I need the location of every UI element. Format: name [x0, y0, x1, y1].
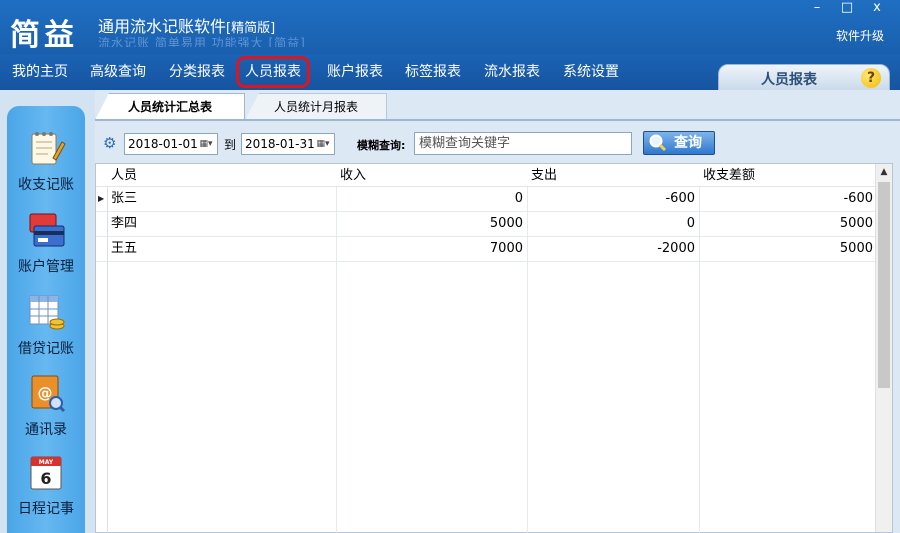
end-date-value: 2018-01-31	[245, 137, 315, 151]
menu-item-system-settings[interactable]: 系统设置	[559, 59, 623, 85]
sidebar-item-label: 账户管理	[18, 259, 74, 275]
cell-expense: -2000	[657, 241, 695, 256]
column-header-balance[interactable]: 收支差额	[703, 164, 755, 187]
query-button-label: 查询	[674, 135, 702, 151]
query-button[interactable]: 查询	[643, 131, 715, 155]
notepad-pen-icon	[26, 128, 66, 168]
close-button[interactable]: x	[862, 0, 892, 18]
maximize-button[interactable]: □	[832, 0, 862, 18]
menu-item-flow-report[interactable]: 流水报表	[480, 59, 544, 85]
start-date-field[interactable]: 2018-01-01 ▦▾	[124, 133, 218, 155]
credit-card-icon	[26, 210, 66, 250]
menu-item-home[interactable]: 我的主页	[8, 59, 72, 85]
fuzzy-search-label: 模糊查询:	[357, 139, 406, 152]
tab-person-summary[interactable]: 人员统计汇总表	[95, 93, 245, 120]
sidebar-item-bookkeeping[interactable]: 收支记账	[7, 128, 85, 194]
sidebar-item-label: 日程记事	[18, 501, 74, 517]
cell-person: 王五	[111, 241, 138, 256]
sidebar-item-label: 收支记账	[18, 177, 74, 193]
vertical-scrollbar[interactable]: ▲	[875, 164, 892, 532]
upgrade-link[interactable]: 软件升级	[836, 27, 884, 44]
scroll-up-icon[interactable]: ▲	[876, 164, 892, 181]
cell-balance: 5000	[839, 216, 873, 231]
gear-icon[interactable]: ⚙	[103, 134, 116, 152]
current-page-label: 人员报表	[761, 72, 817, 88]
magnifier-icon	[648, 134, 668, 152]
sidebar-item-loans[interactable]: 借贷记账	[7, 292, 85, 358]
end-date-field[interactable]: 2018-01-31 ▦▾	[241, 133, 335, 155]
report-tabs: 人员统计汇总表 人员统计月报表	[95, 93, 900, 120]
sidebar-item-contacts[interactable]: @ 通讯录	[7, 373, 85, 439]
cell-balance: 5000	[839, 241, 873, 256]
calendar-dropdown-icon[interactable]: ▦▾	[197, 137, 215, 151]
sidebar: 收支记账 账户管理 借贷记账 @ 通讯录 MAY 6 日程记事	[7, 106, 85, 533]
current-row-arrow-icon: ▶	[98, 194, 105, 203]
table-row[interactable]: ▶ 张三 0 -600 -600	[96, 187, 877, 212]
menu-item-category-report[interactable]: 分类报表	[165, 59, 229, 85]
help-icon[interactable]: ?	[861, 68, 881, 88]
cell-income: 5000	[489, 216, 523, 231]
column-header-expense[interactable]: 支出	[531, 164, 557, 187]
filter-toolbar: ⚙ 2018-01-01 ▦▾ 到 2018-01-31 ▦▾ 模糊查询: 模糊…	[95, 121, 900, 163]
sidebar-item-schedule[interactable]: MAY 6 日程记事	[7, 452, 85, 518]
tab-person-monthly[interactable]: 人员统计月报表	[245, 93, 387, 120]
menu-item-tag-report[interactable]: 标签报表	[401, 59, 465, 85]
cell-income: 0	[514, 191, 523, 206]
cell-expense: -600	[665, 191, 695, 206]
sidebar-item-label: 借贷记账	[18, 341, 74, 357]
app-logo: 简益	[10, 18, 78, 53]
cell-balance: -600	[843, 191, 873, 206]
scroll-thumb[interactable]	[878, 182, 890, 388]
person-report-table: 人员 收入 支出 收支差额 ▶ 张三 0 -600 -600 李四 5000 0…	[95, 163, 893, 533]
start-date-value: 2018-01-01	[128, 137, 198, 151]
cell-person: 李四	[111, 216, 138, 231]
table-row[interactable]: 李四 5000 0 5000	[96, 212, 877, 237]
minimize-button[interactable]: –	[802, 0, 832, 18]
cell-person: 张三	[111, 191, 138, 206]
current-page-tab: 人员报表 ?	[718, 64, 890, 92]
search-input[interactable]: 模糊查询关键字	[414, 132, 632, 155]
app-subtitle: 流水记账 简单易用 功能强大 [简益]	[98, 36, 306, 47]
title-bar: 简益 通用流水记账软件[精简版] 流水记账 简单易用 功能强大 [简益] – □…	[0, 0, 900, 54]
address-book-icon: @	[26, 373, 66, 413]
spreadsheet-coins-icon	[26, 292, 66, 332]
calendar-month: MAY	[39, 459, 54, 466]
calendar-day: 6	[40, 469, 51, 488]
calendar-icon: MAY 6	[26, 452, 66, 492]
table-row[interactable]: 王五 7000 -2000 5000	[96, 237, 877, 262]
calendar-dropdown-icon[interactable]: ▦▾	[314, 137, 332, 151]
window-controls: – □ x	[802, 0, 892, 18]
menu-item-person-report[interactable]: 人员报表	[236, 56, 310, 88]
cell-expense: 0	[686, 216, 695, 231]
cell-income: 7000	[489, 241, 523, 256]
column-header-person[interactable]: 人员	[111, 164, 137, 187]
date-range-to-label: 到	[224, 138, 237, 152]
sidebar-item-label: 通讯录	[25, 422, 67, 438]
menu-item-advanced-query[interactable]: 高级查询	[86, 59, 150, 85]
column-header-income[interactable]: 收入	[340, 164, 366, 187]
sidebar-item-accounts[interactable]: 账户管理	[7, 210, 85, 276]
table-header: 人员 收入 支出 收支差额	[96, 164, 877, 187]
menu-item-account-report[interactable]: 账户报表	[323, 59, 387, 85]
